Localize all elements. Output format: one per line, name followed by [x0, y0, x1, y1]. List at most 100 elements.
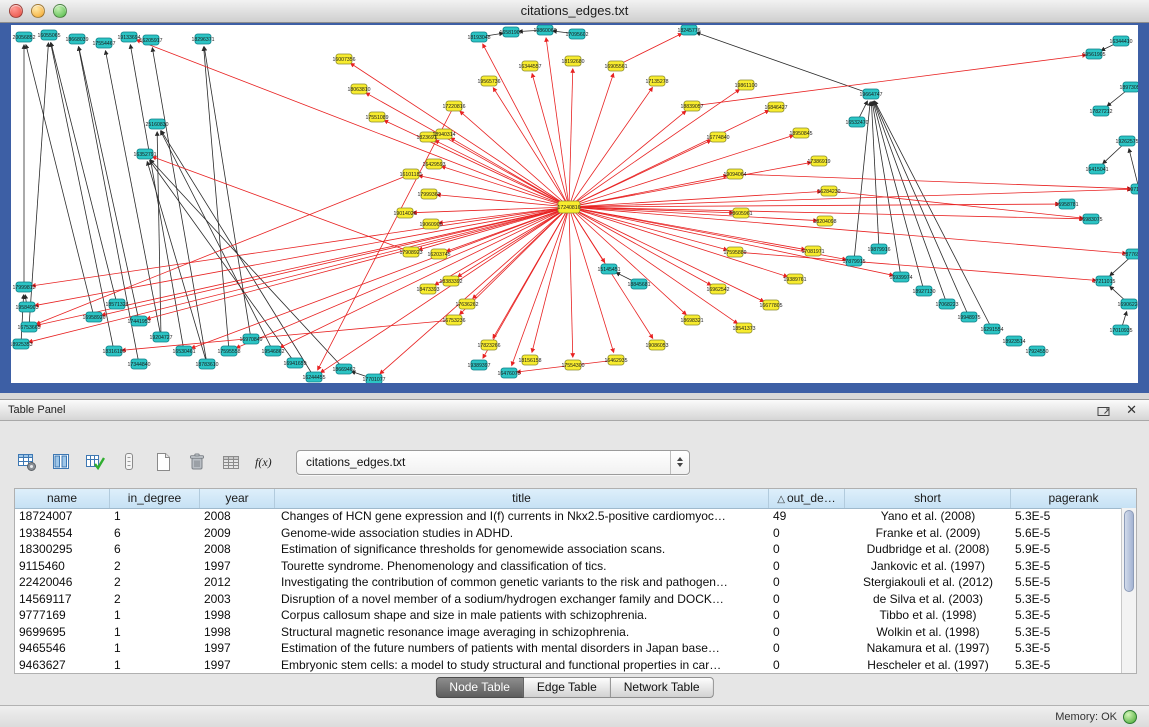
- table-cell[interactable]: 49: [769, 508, 845, 525]
- graph-edge[interactable]: [569, 207, 711, 285]
- graph-node[interactable]: 17386919: [807, 156, 830, 166]
- graph-node[interactable]: 18383392: [439, 276, 462, 286]
- graph-node[interactable]: 17823266: [477, 340, 500, 350]
- graph-node[interactable]: 19060906: [419, 219, 442, 229]
- scrollbar-thumb[interactable]: [1124, 510, 1134, 592]
- table-cell[interactable]: 1997: [200, 640, 275, 657]
- table-cell[interactable]: 2008: [200, 541, 275, 558]
- graph-node[interactable]: 18698321: [680, 315, 703, 325]
- table-cell[interactable]: Nakamura et al. (1997): [845, 640, 1011, 657]
- graph-edge[interactable]: [51, 43, 114, 351]
- table-cell[interactable]: 0: [769, 607, 845, 624]
- table-cell[interactable]: 5.5E-5: [1011, 574, 1121, 591]
- graph-edge[interactable]: [1129, 149, 1138, 189]
- tab-edge-table[interactable]: Edge Table: [524, 677, 611, 698]
- table-cell[interactable]: Investigating the contribution of common…: [275, 574, 769, 591]
- graph-node[interactable]: 19094064: [723, 169, 746, 179]
- table-cell[interactable]: Disruption of a novel member of a sodium…: [275, 591, 769, 608]
- table-row[interactable]: 977716911998Corpus callosum shape and si…: [15, 607, 1121, 624]
- graph-node[interactable]: 17344840: [127, 359, 150, 369]
- tab-network-table[interactable]: Network Table: [611, 677, 714, 698]
- table-cell[interactable]: 2012: [200, 574, 275, 591]
- table-cell[interactable]: Estimation of the future numbers of pati…: [275, 640, 769, 657]
- graph-node[interactable]: 19262575: [1115, 136, 1138, 146]
- table-cell[interactable]: de Silva et al. (2003): [845, 591, 1011, 608]
- graph-node[interactable]: 16905561: [604, 61, 627, 71]
- graph-node[interactable]: 16753236: [442, 315, 465, 325]
- graph-edge[interactable]: [26, 45, 94, 317]
- graph-node[interactable]: 17240816: [557, 201, 580, 213]
- graph-node[interactable]: 16962542: [706, 284, 729, 294]
- graph-edge[interactable]: [871, 102, 879, 249]
- graph-node[interactable]: 18839057: [680, 101, 703, 111]
- graph-node[interactable]: 20056852: [12, 32, 35, 42]
- table-row[interactable]: 911546021997Tourette syndrome. Phenomeno…: [15, 558, 1121, 575]
- graph-node[interactable]: 19389761: [783, 274, 806, 284]
- graph-edge[interactable]: [460, 111, 569, 207]
- graph-edge[interactable]: [483, 207, 569, 358]
- graph-node[interactable]: 19561905: [1082, 49, 1105, 59]
- graph-node[interactable]: 18973059: [1119, 82, 1138, 92]
- graph-edge[interactable]: [532, 74, 569, 207]
- graph-node[interactable]: 16983075: [1079, 214, 1102, 224]
- table-selector-dropdown[interactable]: citations_edges.txt: [296, 450, 690, 475]
- graph-edge[interactable]: [569, 69, 573, 207]
- graph-edge[interactable]: [321, 207, 569, 373]
- table-cell[interactable]: Hescheler et al. (1997): [845, 657, 1011, 674]
- graph-node[interactable]: 16101181: [400, 169, 423, 179]
- graph-edge[interactable]: [435, 141, 569, 207]
- table-cell[interactable]: 0: [769, 558, 845, 575]
- table-cell[interactable]: 9777169: [15, 607, 110, 624]
- table-cell[interactable]: Franke et al. (2009): [845, 525, 1011, 542]
- table-cell[interactable]: 9465546: [15, 640, 110, 657]
- graph-node[interactable]: 17135278: [645, 76, 668, 86]
- table-cell[interactable]: 2: [110, 558, 200, 575]
- graph-node[interactable]: 16774840: [706, 132, 729, 142]
- graph-node[interactable]: 15145451: [597, 264, 620, 274]
- graph-node[interactable]: 17220816: [442, 101, 465, 111]
- column-header-short[interactable]: short: [845, 489, 1011, 508]
- table-row[interactable]: 1872400712008Changes of HCN gene express…: [15, 508, 1121, 525]
- table-cell[interactable]: 5.3E-5: [1011, 657, 1121, 674]
- table-cell[interactable]: 5.3E-5: [1011, 607, 1121, 624]
- graph-node[interactable]: 16344410: [1109, 36, 1132, 46]
- graph-node[interactable]: 17701077: [362, 374, 385, 383]
- table-cell[interactable]: 9463627: [15, 657, 110, 674]
- table-cell[interactable]: 1: [110, 624, 200, 641]
- table-cell[interactable]: 5.6E-5: [1011, 525, 1121, 542]
- table-cell[interactable]: 0: [769, 574, 845, 591]
- network-canvas[interactable]: 1724081618605961175958891696254218698321…: [11, 25, 1138, 383]
- graph-edge[interactable]: [204, 47, 251, 339]
- graph-node[interactable]: 18316180: [102, 346, 125, 356]
- graph-node[interactable]: 25160830: [145, 119, 168, 129]
- graph-node[interactable]: 18940314: [432, 129, 455, 139]
- graph-edge[interactable]: [569, 207, 573, 357]
- graph-node[interactable]: 18783610: [195, 359, 218, 369]
- graph-node[interactable]: 18927130: [912, 286, 935, 296]
- table-cell[interactable]: Jankovic et al. (1997): [845, 558, 1011, 575]
- table-cell[interactable]: Changes of HCN gene expression and I(f) …: [275, 508, 769, 525]
- table-cell[interactable]: 5.9E-5: [1011, 541, 1121, 558]
- table-cell[interactable]: 6: [110, 525, 200, 542]
- table-cell[interactable]: Yano et al. (2008): [845, 508, 1011, 525]
- graph-edge[interactable]: [157, 132, 161, 337]
- graph-edge[interactable]: [35, 207, 569, 306]
- float-panel-icon[interactable]: [1097, 404, 1112, 416]
- graph-node[interactable]: 18296371: [191, 34, 214, 44]
- graph-edge[interactable]: [79, 47, 139, 321]
- graph-edge[interactable]: [122, 320, 454, 350]
- graph-node[interactable]: 16530461: [172, 346, 195, 356]
- graph-node[interactable]: 16203745: [427, 249, 450, 259]
- memory-status-indicator[interactable]: [1123, 710, 1137, 724]
- table-cell[interactable]: 0: [769, 657, 845, 674]
- table-row[interactable]: 946362711997Embryonic stem cells: a mode…: [15, 657, 1121, 674]
- graph-node[interactable]: 19133694: [117, 32, 140, 42]
- table-cell[interactable]: 0: [769, 624, 845, 641]
- graph-node[interactable]: 19879916: [867, 244, 890, 254]
- graph-node[interactable]: 16846427: [764, 102, 787, 112]
- graph-node[interactable]: 19584903: [15, 302, 38, 312]
- graph-node[interactable]: 16939974: [889, 272, 912, 282]
- table-row[interactable]: 946554611997Estimation of the future num…: [15, 640, 1121, 657]
- graph-node[interactable]: 16352791: [133, 149, 156, 159]
- graph-edge[interactable]: [569, 207, 893, 275]
